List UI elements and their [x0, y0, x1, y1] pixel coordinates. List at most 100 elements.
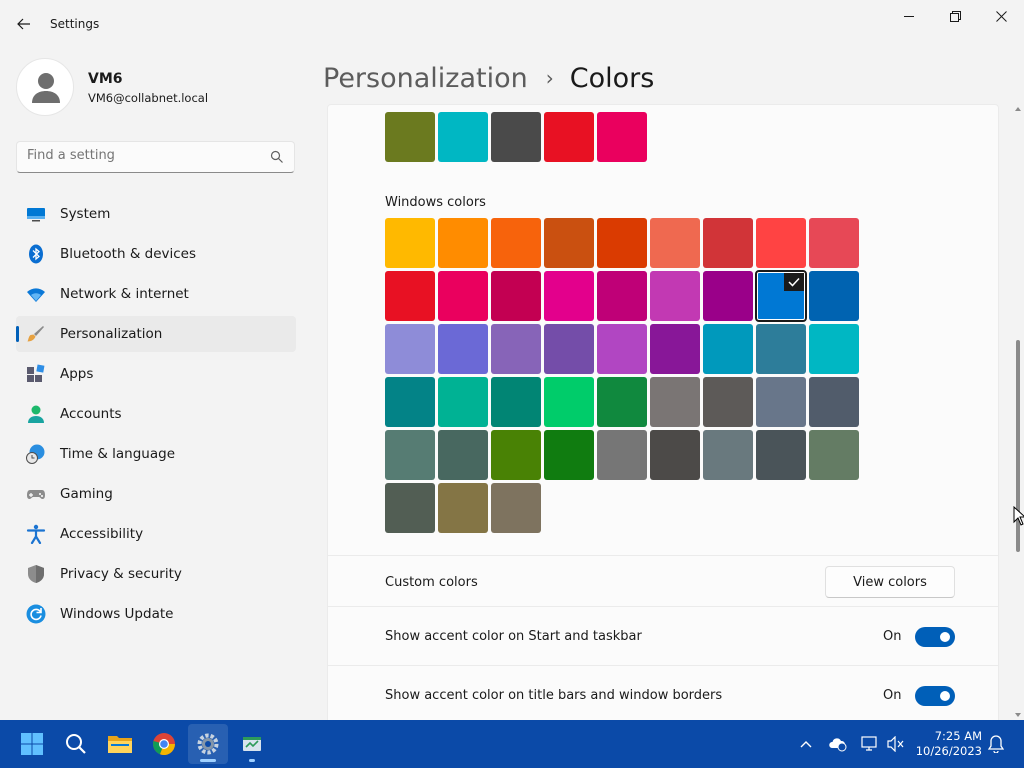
- windows-color-swatch[interactable]: [491, 271, 541, 321]
- windows-color-swatch[interactable]: [491, 483, 541, 533]
- windows-color-swatch[interactable]: [650, 324, 700, 374]
- recent-color-swatch[interactable]: [438, 112, 488, 162]
- cloud-sync-icon: [829, 738, 847, 752]
- active-indicator: [200, 759, 216, 762]
- windows-color-swatch[interactable]: [809, 324, 859, 374]
- windows-color-swatch[interactable]: [809, 377, 859, 427]
- windows-color-swatch[interactable]: [385, 324, 435, 374]
- windows-color-swatch[interactable]: [438, 324, 488, 374]
- windows-color-swatch[interactable]: [438, 377, 488, 427]
- user-profile[interactable]: VM6 VM6@collabnet.local: [16, 58, 296, 118]
- windows-color-swatch[interactable]: [438, 483, 488, 533]
- windows-color-swatch[interactable]: [650, 430, 700, 480]
- file-explorer-button[interactable]: [100, 724, 140, 764]
- windows-color-swatch[interactable]: [703, 430, 753, 480]
- recent-color-swatch[interactable]: [385, 112, 435, 162]
- restore-button[interactable]: [932, 0, 978, 32]
- windows-color-swatch[interactable]: [809, 430, 859, 480]
- recent-color-swatch[interactable]: [544, 112, 594, 162]
- windows-color-swatch[interactable]: [491, 218, 541, 268]
- vertical-scrollbar[interactable]: [1013, 104, 1023, 720]
- taskbar-search-button[interactable]: [56, 724, 96, 764]
- network-tray-button[interactable]: [860, 734, 880, 754]
- windows-color-swatch[interactable]: [703, 218, 753, 268]
- windows-color-swatch[interactable]: [650, 377, 700, 427]
- sidebar-item-personalization[interactable]: Personalization: [16, 316, 296, 352]
- sidebar-item-label: Gaming: [60, 486, 113, 502]
- windows-color-swatch[interactable]: [544, 377, 594, 427]
- sidebar-item-privacy-security[interactable]: Privacy & security: [16, 556, 296, 592]
- windows-color-swatch[interactable]: [597, 324, 647, 374]
- windows-color-swatch[interactable]: [385, 218, 435, 268]
- windows-color-swatch[interactable]: [491, 377, 541, 427]
- search-input[interactable]: [27, 148, 257, 163]
- sidebar-item-apps[interactable]: Apps: [16, 356, 296, 392]
- windows-color-swatch[interactable]: [755, 270, 807, 322]
- sidebar-item-system[interactable]: System: [16, 196, 296, 232]
- windows-color-swatch[interactable]: [491, 430, 541, 480]
- taskbar-clock[interactable]: 7:25 AM 10/26/2023: [912, 729, 982, 759]
- windows-color-swatch[interactable]: [756, 324, 806, 374]
- windows-color-swatch[interactable]: [809, 218, 859, 268]
- windows-color-swatch[interactable]: [544, 430, 594, 480]
- windows-color-swatch[interactable]: [544, 324, 594, 374]
- notifications-button[interactable]: [986, 734, 1006, 754]
- sidebar-item-network[interactable]: Network & internet: [16, 276, 296, 312]
- accent-title-bars-toggle[interactable]: [915, 686, 955, 706]
- volume-tray-button[interactable]: [886, 734, 906, 754]
- view-colors-button[interactable]: View colors: [825, 566, 955, 598]
- chrome-button[interactable]: [144, 724, 184, 764]
- windows-color-swatch[interactable]: [438, 430, 488, 480]
- breadcrumb-parent[interactable]: Personalization: [323, 63, 528, 94]
- recent-color-swatch[interactable]: [597, 112, 647, 162]
- recent-color-swatch[interactable]: [491, 112, 541, 162]
- sidebar-item-accounts[interactable]: Accounts: [16, 396, 296, 432]
- windows-color-swatch[interactable]: [703, 377, 753, 427]
- windows-color-swatch[interactable]: [544, 218, 594, 268]
- custom-colors-row: Custom colors View colors: [327, 555, 999, 607]
- sidebar-item-accessibility[interactable]: Accessibility: [16, 516, 296, 552]
- sidebar-item-gaming[interactable]: Gaming: [16, 476, 296, 512]
- windows-color-swatch[interactable]: [438, 218, 488, 268]
- back-button[interactable]: [10, 10, 38, 38]
- windows-color-swatch[interactable]: [597, 430, 647, 480]
- windows-color-swatch[interactable]: [597, 218, 647, 268]
- windows-color-swatch[interactable]: [385, 483, 435, 533]
- checkmark-icon: [784, 273, 804, 291]
- windows-color-swatch[interactable]: [597, 377, 647, 427]
- windows-color-swatch[interactable]: [756, 377, 806, 427]
- scroll-down-icon[interactable]: [1015, 712, 1021, 718]
- windows-color-swatch[interactable]: [756, 430, 806, 480]
- sidebar-item-bluetooth[interactable]: Bluetooth & devices: [16, 236, 296, 272]
- toggle-label: Show accent color on Start and taskbar: [385, 629, 642, 644]
- windows-color-swatch[interactable]: [703, 324, 753, 374]
- accent-start-taskbar-toggle[interactable]: [915, 627, 955, 647]
- start-button[interactable]: [12, 724, 52, 764]
- sidebar-item-time-language[interactable]: Time & language: [16, 436, 296, 472]
- app-taskbar-button[interactable]: [232, 724, 272, 764]
- windows-color-swatch[interactable]: [385, 430, 435, 480]
- search-box[interactable]: [16, 141, 295, 173]
- windows-color-swatch[interactable]: [385, 271, 435, 321]
- windows-color-swatch[interactable]: [650, 218, 700, 268]
- windows-color-swatch[interactable]: [597, 271, 647, 321]
- windows-color-swatch[interactable]: [544, 271, 594, 321]
- scroll-up-icon[interactable]: [1015, 106, 1021, 112]
- close-button[interactable]: [978, 0, 1024, 32]
- windows-color-swatch[interactable]: [703, 271, 753, 321]
- wifi-icon: [27, 288, 45, 302]
- breadcrumb-separator: ›: [545, 66, 554, 90]
- windows-color-swatch[interactable]: [385, 377, 435, 427]
- sidebar-item-windows-update[interactable]: Windows Update: [16, 596, 296, 632]
- onedrive-tray-button[interactable]: [828, 734, 848, 754]
- windows-color-swatch[interactable]: [650, 271, 700, 321]
- settings-taskbar-button[interactable]: [188, 724, 228, 764]
- monitor-network-icon: [861, 736, 877, 751]
- show-hidden-icons-button[interactable]: [796, 734, 816, 754]
- windows-color-swatch[interactable]: [809, 271, 859, 321]
- windows-color-swatch[interactable]: [438, 271, 488, 321]
- sidebar-item-label: Accessibility: [60, 526, 144, 542]
- windows-color-swatch[interactable]: [756, 218, 806, 268]
- minimize-button[interactable]: [886, 0, 932, 32]
- windows-color-swatch[interactable]: [491, 324, 541, 374]
